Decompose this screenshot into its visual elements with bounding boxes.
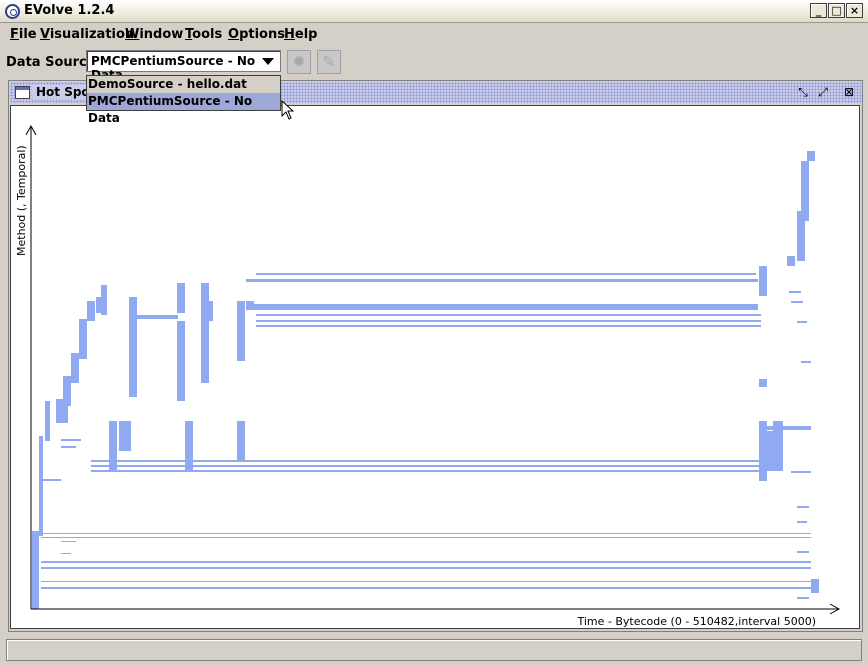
hot-spot-marks	[32, 151, 819, 609]
hot-spot-tick	[801, 361, 811, 363]
hot-spot-column	[87, 301, 95, 321]
hot-spot-column	[246, 301, 254, 307]
hot-spot-band	[41, 561, 811, 563]
maximize-frame-icon[interactable]: ⤢	[815, 85, 831, 100]
hot-spot-column	[39, 436, 43, 536]
hot-spot-canvas[interactable]: Method (, Temporal) Time - Bytecode (0 -…	[10, 105, 860, 629]
dropdown-option-pmcpentiumsource[interactable]: PMCPentiumSource - No Data	[87, 93, 280, 125]
hot-spot-tick	[797, 551, 809, 553]
hot-spot-tick	[797, 521, 807, 523]
hot-spot-tick	[789, 291, 801, 293]
menu-visualization[interactable]: Visualization	[40, 27, 134, 42]
hot-spot-column	[759, 379, 767, 387]
window-title: EVolve 1.2.4	[24, 3, 115, 18]
hot-spot-column	[807, 151, 815, 161]
hot-spot-band	[41, 533, 811, 534]
hot-spot-column	[119, 421, 131, 451]
hot-spot-tick	[791, 301, 803, 303]
hot-spot-column	[136, 315, 178, 319]
frame-window-icon	[15, 86, 30, 99]
x-axis-label: Time - Bytecode (0 - 510482,interval 500…	[576, 615, 816, 628]
data-source-combo[interactable]: PMCPentiumSource - No Data	[86, 50, 281, 82]
menu-help[interactable]: Help	[284, 27, 317, 42]
dropdown-option-demosource[interactable]: DemoSource - hello.dat	[87, 76, 280, 93]
hot-spot-column	[129, 297, 137, 397]
hot-spot-tick	[61, 553, 71, 554]
menu-window[interactable]: Window	[125, 27, 183, 42]
hot-spot-band	[41, 479, 61, 481]
close-frame-icon[interactable]: ⊠	[841, 85, 857, 100]
mouse-cursor-icon	[281, 100, 295, 120]
menu-file[interactable]: File	[10, 27, 37, 42]
hot-spot-band	[246, 304, 758, 310]
hot-spot-band	[256, 320, 761, 322]
hot-spot-tick	[797, 506, 809, 508]
hot-spot-column	[101, 285, 107, 315]
gear-icon: ✹	[292, 52, 306, 71]
iconify-icon[interactable]: ⤡	[795, 85, 811, 100]
hot-spot-tick	[61, 446, 76, 448]
close-button[interactable]: ×	[846, 3, 863, 18]
hot-spot-column	[759, 266, 767, 296]
hot-spot-band	[256, 314, 761, 316]
hot-spot-column	[63, 376, 71, 406]
menu-options[interactable]: Options	[228, 27, 285, 42]
hot-spot-band	[41, 537, 811, 538]
hot-spot-column	[32, 531, 39, 609]
hot-spot-column	[237, 301, 245, 361]
hot-spot-column	[45, 401, 50, 441]
y-axis-label: Method (, Temporal)	[15, 145, 28, 256]
status-bar	[6, 639, 862, 661]
hot-spot-band	[256, 273, 756, 275]
hot-spot-band	[256, 325, 761, 327]
maximize-button[interactable]: □	[828, 3, 845, 18]
hot-spot-column	[177, 283, 185, 313]
hot-spot-column	[801, 161, 809, 221]
hot-spot-column	[71, 353, 79, 383]
hot-spot-tick	[61, 439, 81, 441]
chevron-down-icon[interactable]	[262, 58, 274, 65]
toolbar: Data Source: PMCPentiumSource - No Data …	[0, 48, 868, 82]
window-title-bar: EVolve 1.2.4 _ □ ×	[0, 0, 868, 23]
hot-spot-column	[207, 301, 213, 321]
pencil-button[interactable]: ✎	[317, 50, 341, 74]
hot-spot-column	[811, 579, 819, 593]
data-source-dropdown: DemoSource - hello.dat PMCPentiumSource …	[86, 75, 281, 125]
hot-spot-column	[237, 421, 245, 461]
hot-spot-band	[41, 567, 811, 569]
hot-spot-plot: Method (, Temporal) Time - Bytecode (0 -…	[15, 124, 841, 628]
hot-spot-band	[41, 581, 811, 582]
hot-spot-tick	[61, 541, 76, 542]
menu-tools[interactable]: Tools	[185, 27, 222, 42]
hot-spot-tick	[797, 321, 807, 323]
menu-bar: File Visualization Window Tools Options …	[0, 24, 868, 45]
pencil-icon: ✎	[322, 52, 336, 71]
minimize-button[interactable]: _	[810, 3, 827, 18]
gear-button[interactable]: ✹	[287, 50, 311, 74]
hot-spot-column	[787, 256, 795, 266]
hot-spot-tick	[797, 597, 809, 599]
hot-spot-band	[246, 279, 758, 282]
hot-spot-band	[41, 587, 811, 589]
hot-spot-column	[201, 283, 209, 383]
hot-spot-column	[109, 421, 117, 471]
hot-spot-column	[177, 321, 185, 401]
hot-spot-column	[185, 421, 193, 471]
hot-spot-column	[79, 319, 87, 359]
hot-spot-tick	[761, 426, 811, 430]
app-logo-icon	[5, 4, 20, 19]
hot-spot-tick	[791, 471, 811, 473]
